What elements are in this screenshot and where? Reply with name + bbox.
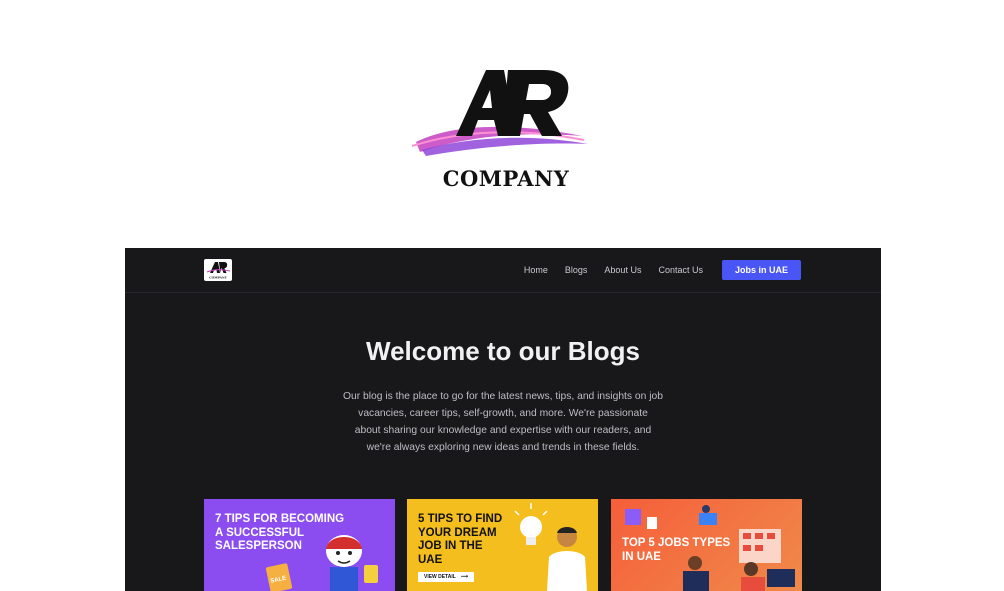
jobs-in-uae-button[interactable]: Jobs in UAE bbox=[721, 260, 801, 280]
card-title: TOP 5 JOBS TYPES IN UAE bbox=[622, 537, 730, 564]
nav-contact-us[interactable]: Contact Us bbox=[658, 265, 703, 275]
arrow-right-icon: ⟶ bbox=[460, 574, 469, 580]
intro-line: vacancies, career tips, self-growth, and… bbox=[358, 408, 648, 419]
top-navbar: COMPANY Home Blogs About Us Contact Us J… bbox=[125, 248, 881, 293]
blog-cards: 7 TIPS FOR BECOMING A SUCCESSFUL SALESPE… bbox=[204, 499, 802, 591]
company-logo: COMPANY bbox=[411, 64, 592, 194]
card-title-line: TOP 5 JOBS TYPES bbox=[622, 537, 731, 549]
ar-logo-icon bbox=[411, 70, 588, 156]
view-detail-label: VIEW DETAIL bbox=[424, 574, 456, 580]
blog-page-preview: COMPANY Home Blogs About Us Contact Us J… bbox=[125, 248, 881, 591]
intro-line: Our blog is the place to go for the late… bbox=[343, 391, 663, 402]
salesperson-illustration: SALE bbox=[265, 535, 378, 591]
view-detail-button[interactable]: VIEW DETAIL ⟶ bbox=[418, 572, 475, 582]
intro-line: about sharing our knowledge and expertis… bbox=[354, 425, 652, 436]
nav-about-us[interactable]: About Us bbox=[604, 265, 641, 275]
blog-card-top-jobs[interactable]: TOP 5 JOBS TYPES IN UAE bbox=[611, 499, 802, 591]
intro-line: we're always exploring new ideas and tre… bbox=[366, 442, 640, 453]
nav-logo-icon: COMPANY bbox=[206, 262, 231, 280]
nav-home[interactable]: Home bbox=[524, 265, 548, 275]
nav-logo-sub: COMPANY bbox=[209, 276, 227, 280]
blog-card-dream-job[interactable]: 5 TIPS TO FIND YOUR DREAM JOB IN THE UAE… bbox=[407, 499, 598, 591]
blog-card-salesperson[interactable]: 7 TIPS FOR BECOMING A SUCCESSFUL SALESPE… bbox=[204, 499, 395, 591]
nav-links: Home Blogs About Us Contact Us Jobs in U… bbox=[524, 260, 801, 280]
nav-logo[interactable]: COMPANY bbox=[204, 259, 232, 281]
nav-blogs[interactable]: Blogs bbox=[565, 265, 588, 275]
card-title-line: IN UAE bbox=[622, 550, 661, 563]
intro-paragraph: Our blog is the place to go for the late… bbox=[323, 388, 683, 456]
page-title: Welcome to our Blogs bbox=[366, 336, 640, 366]
company-wordmark: COMPANY bbox=[442, 166, 570, 191]
